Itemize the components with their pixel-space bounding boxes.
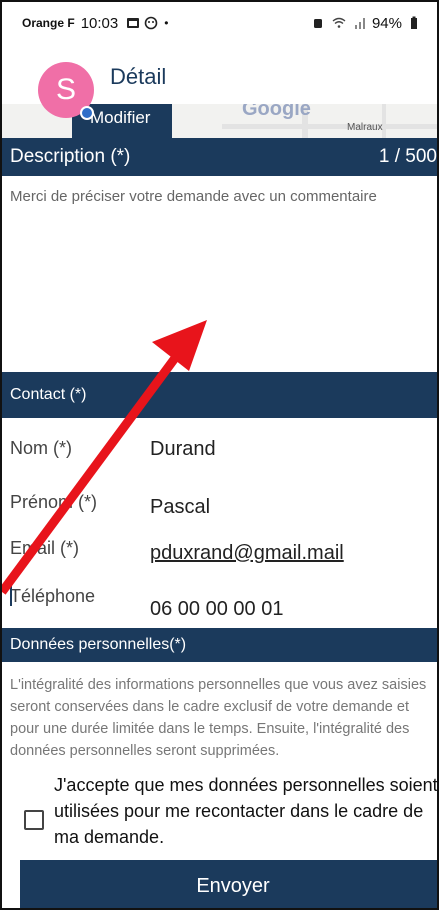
prenom-field-row: Prénom (*) Pascal xyxy=(2,478,437,528)
telephone-input[interactable]: 06 00 00 00 01 xyxy=(150,598,283,621)
page-title: Détail xyxy=(110,64,167,89)
detail-header: Google Malraux Modifier S Détail xyxy=(2,44,437,138)
email-input[interactable]: pduxrand@gmail.mail xyxy=(150,542,344,565)
map-attribution: Google xyxy=(242,104,311,120)
telephone-field-row: Téléphone 06 00 00 00 01 xyxy=(2,578,437,628)
signal-icon xyxy=(354,18,365,29)
gallery-icon xyxy=(127,18,140,28)
notification-dot-icon: • xyxy=(164,16,169,30)
status-bar: Orange F 10:03 • 94% xyxy=(2,2,437,44)
consent-label[interactable]: J'accepte que mes données personnelles s… xyxy=(54,772,437,850)
nom-label: Nom (*) xyxy=(10,438,72,458)
nom-input[interactable]: Durand xyxy=(150,438,216,461)
text-cursor xyxy=(10,584,12,606)
description-placeholder: Merci de préciser votre demande avec un … xyxy=(10,188,377,205)
battery-icon xyxy=(411,16,417,29)
contact-label: Contact (*) xyxy=(10,386,87,403)
description-label: Description (*) xyxy=(10,146,131,167)
sync-icon xyxy=(144,16,158,30)
wifi-icon xyxy=(332,17,346,28)
nom-field-row: Nom (*) Durand xyxy=(2,418,437,468)
contact-section-header: Contact (*) xyxy=(2,372,437,418)
description-textarea[interactable]: Merci de préciser votre demande avec un … xyxy=(2,176,437,372)
lock-icon xyxy=(313,19,322,28)
map-street-label: Malraux xyxy=(347,122,383,133)
status-time: 10:03 xyxy=(80,14,119,32)
personal-data-section-header: Données personnelles(*) xyxy=(2,628,437,662)
character-counter: 1 / 500 xyxy=(378,146,437,167)
email-field-row: Email (*) pduxrand@gmail.mail xyxy=(2,528,437,578)
description-section-header: Description (*) 1 / 500 xyxy=(2,138,437,176)
prenom-label: Prénom (*) xyxy=(10,492,98,512)
avatar-badge-icon xyxy=(80,106,94,120)
send-button[interactable]: Envoyer xyxy=(20,860,437,908)
battery-percent: 94% xyxy=(371,14,402,32)
prenom-input[interactable]: Pascal xyxy=(150,496,210,519)
personal-data-notice: L'intégralité des informations personnel… xyxy=(10,677,427,759)
telephone-label: Téléphone xyxy=(10,586,96,606)
phone-screen: Orange F 10:03 • 94% Google Malraux Modi… xyxy=(0,0,439,910)
personal-data-label: Données personnelles(*) xyxy=(10,636,187,653)
email-label: Email (*) xyxy=(10,538,80,558)
carrier-name: Orange F xyxy=(22,16,75,30)
consent-checkbox[interactable] xyxy=(24,810,44,830)
